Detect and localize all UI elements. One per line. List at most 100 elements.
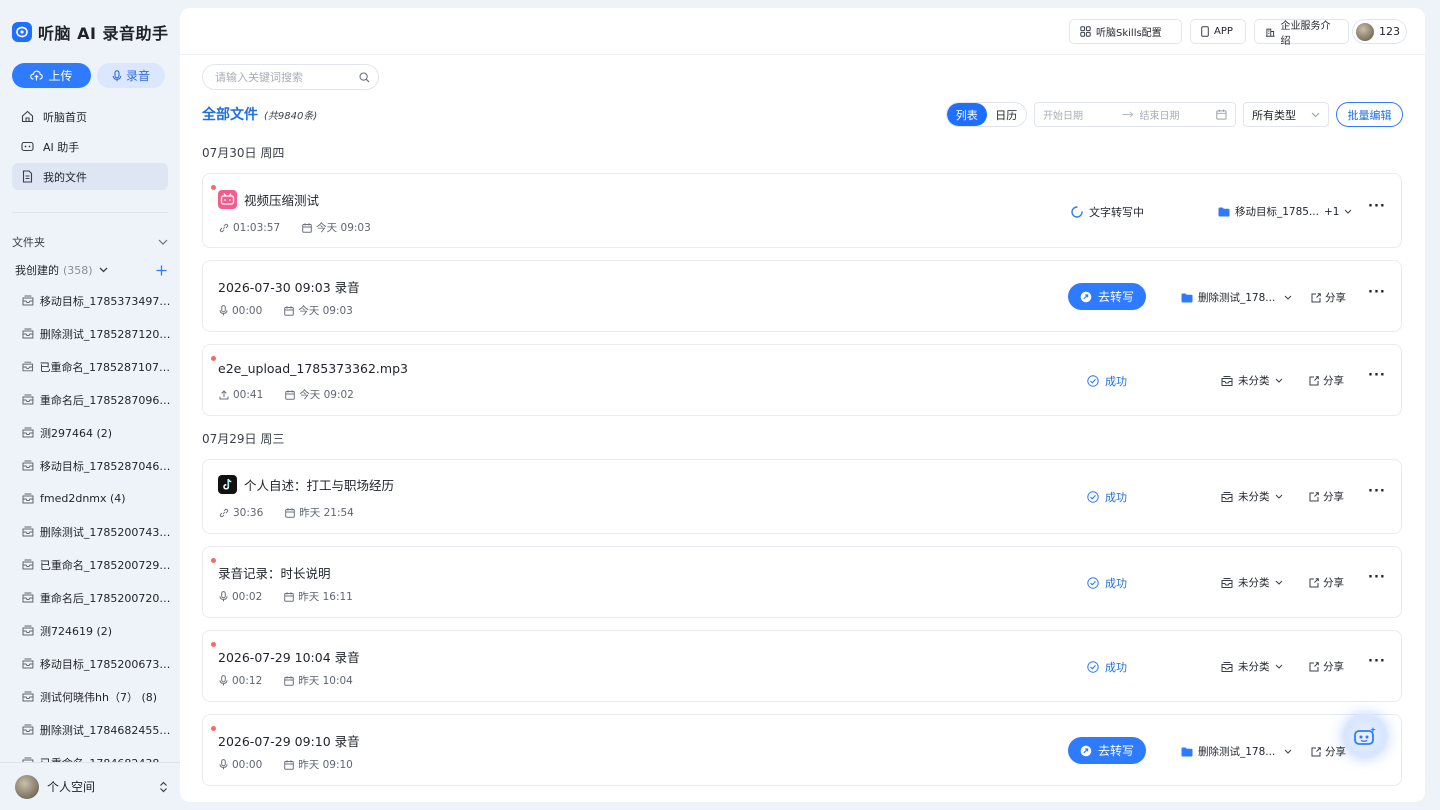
phone-icon <box>1201 26 1209 37</box>
add-folder-icon[interactable] <box>156 265 167 276</box>
app-logo[interactable]: 听脑 AI 录音助手 <box>12 20 168 44</box>
file-list-header: 全部文件 (共9840条) <box>202 104 317 124</box>
ai-bot-floating-button[interactable] <box>1342 713 1388 759</box>
calendar-icon <box>284 591 295 602</box>
folder-item[interactable]: 已重命名_1785200729 ... <box>22 548 172 581</box>
file-title: 2026-07-30 09:03 录音 <box>218 277 360 296</box>
folder-item[interactable]: 测724619 (2) <box>22 614 172 647</box>
search-icon[interactable] <box>359 71 370 83</box>
more-options-icon[interactable]: ··· <box>1368 285 1386 300</box>
cloud-upload-icon <box>30 70 44 81</box>
start-date-field[interactable]: 开始日期 <box>1043 107 1122 122</box>
transcribe-button[interactable]: 去转写 <box>1068 283 1146 310</box>
more-options-icon[interactable]: ··· <box>1368 368 1386 383</box>
share-button[interactable]: 分享 <box>1309 575 1344 590</box>
folder-item[interactable]: 移动目标_1785200673 ... <box>22 647 172 680</box>
more-options-icon[interactable]: ··· <box>1368 570 1386 585</box>
file-folder-select[interactable]: 删除测试_178... <box>1181 290 1292 305</box>
folder-filled-icon <box>1181 293 1193 302</box>
folder-item[interactable]: 删除测试_1785287120 ... <box>22 317 172 350</box>
file-folder-select[interactable]: 未分类 <box>1221 659 1283 674</box>
more-options-icon[interactable]: ··· <box>1368 199 1386 214</box>
skills-config-button[interactable]: 听脑Skills配置 <box>1069 19 1182 44</box>
batch-edit-button[interactable]: 批量编辑 <box>1336 102 1403 127</box>
folder-item[interactable]: 移动目标_1785287046 ... <box>22 449 172 482</box>
calendar-icon <box>284 759 295 770</box>
share-button[interactable]: 分享 <box>1309 489 1344 504</box>
folder-item[interactable]: 测试何晓伟hh（7） (8) <box>22 680 172 713</box>
share-button[interactable]: 分享 <box>1311 290 1346 305</box>
app-download-button[interactable]: APP <box>1190 19 1246 44</box>
enterprise-service-button[interactable]: 企业服务介绍 <box>1254 19 1349 47</box>
folder-item[interactable]: fmed2dnmx (4) <box>22 482 172 515</box>
nav-item-ai-assistant[interactable]: AI 助手 <box>12 133 168 160</box>
microphone-icon <box>219 759 228 770</box>
search-input[interactable] <box>215 70 355 84</box>
user-menu[interactable]: 123 <box>1352 19 1407 44</box>
more-options-icon[interactable]: ··· <box>1368 484 1386 499</box>
folder-list: 移动目标_1785373497 ... 删除测试_1785287120 ... … <box>22 284 172 779</box>
file-folder-select[interactable]: 未分类 <box>1221 489 1283 504</box>
file-card[interactable]: 视频压缩测试 01:03:57 今天 09:03 文字转写中 移动目标_1785… <box>202 173 1402 248</box>
file-meta: 30:36 昨天 21:54 <box>219 505 354 520</box>
folder-icon <box>22 691 34 702</box>
space-switcher[interactable]: 个人空间 <box>0 762 180 810</box>
file-duration: 00:00 <box>232 304 263 317</box>
upload-button[interactable]: 上传 <box>12 63 91 88</box>
file-card[interactable]: 2026-07-29 10:04 录音 00:12 昨天 10:04 成功 未分… <box>202 630 1402 702</box>
file-card[interactable]: e2e_upload_1785373362.mp3 00:41 今天 09:02… <box>202 344 1402 416</box>
folder-extra-count: +1 <box>1324 205 1340 218</box>
tab-calendar-view[interactable]: 日历 <box>987 103 1027 126</box>
my-created-toggle[interactable]: 我创建的 (358) <box>15 262 108 278</box>
file-title: 录音记录：时长说明 <box>218 563 331 582</box>
file-duration: 00:12 <box>232 674 263 687</box>
file-name: 录音记录：时长说明 <box>218 566 331 581</box>
folder-item[interactable]: 测297464 (2) <box>22 416 172 449</box>
share-button[interactable]: 分享 <box>1309 373 1344 388</box>
chevron-down-icon[interactable] <box>158 239 168 245</box>
calendar-icon <box>285 389 296 400</box>
file-folder-select[interactable]: 未分类 <box>1221 373 1283 388</box>
chevron-down-icon <box>1275 494 1282 499</box>
folder-icon <box>22 394 34 405</box>
folder-item[interactable]: 重命名后_1785287096 ... <box>22 383 172 416</box>
folder-item[interactable]: 重命名后_1785200720 ... <box>22 581 172 614</box>
file-card[interactable]: 2026-07-29 09:10 录音 00:00 昨天 09:10 去转写 删… <box>202 714 1402 786</box>
transcribe-button[interactable]: 去转写 <box>1068 737 1146 764</box>
search-box <box>202 64 379 90</box>
folder-icon <box>22 427 34 438</box>
file-folder-select[interactable]: 移动目标_1785... +1 <box>1218 204 1352 219</box>
folder-item[interactable]: 删除测试_1784682455 ... <box>22 713 172 746</box>
share-button[interactable]: 分享 <box>1311 744 1346 759</box>
share-icon <box>1309 375 1319 385</box>
more-options-icon[interactable]: ··· <box>1368 654 1386 669</box>
file-card[interactable]: 个人自述：打工与职场经历 30:36 昨天 21:54 成功 未分类 分享 ··… <box>202 459 1402 534</box>
file-folder-select[interactable]: 删除测试_178... <box>1181 744 1292 759</box>
record-button[interactable]: 录音 <box>97 63 165 88</box>
folders-section-header[interactable]: 文件夹 <box>12 234 168 250</box>
building-icon <box>1265 28 1275 37</box>
folder-icon <box>22 625 34 636</box>
nav-item-home[interactable]: 听脑首页 <box>12 103 168 130</box>
transcribe-icon <box>1080 291 1092 302</box>
type-select[interactable]: 所有类型 <box>1243 102 1329 127</box>
folder-item[interactable]: 删除测试_1785200743 ... <box>22 515 172 548</box>
share-icon <box>1309 577 1319 587</box>
page-title: 全部文件 <box>202 107 258 123</box>
folder-item[interactable]: 移动目标_1785373497 ... <box>22 284 172 317</box>
share-button[interactable]: 分享 <box>1309 659 1344 674</box>
calendar-icon <box>302 222 312 233</box>
share-icon <box>1309 491 1319 501</box>
date-range-picker[interactable]: 开始日期 结束日期 <box>1034 102 1236 127</box>
folder-item[interactable]: 已重命名_1785287107 (... <box>22 350 172 383</box>
folder-icon <box>22 658 34 669</box>
file-folder-select[interactable]: 未分类 <box>1221 575 1283 590</box>
file-duration: 01:03:57 <box>233 221 281 234</box>
nav-item-my-files[interactable]: 我的文件 <box>12 163 168 190</box>
file-card[interactable]: 录音记录：时长说明 00:02 昨天 16:11 成功 未分类 分享 ··· <box>202 546 1402 618</box>
file-card[interactable]: 2026-07-30 09:03 录音 00:00 今天 09:03 去转写 删… <box>202 260 1402 332</box>
end-date-field[interactable]: 结束日期 <box>1139 107 1216 122</box>
check-circle-icon <box>1087 577 1099 589</box>
unread-dot <box>211 558 216 563</box>
tab-list-view[interactable]: 列表 <box>947 103 987 126</box>
